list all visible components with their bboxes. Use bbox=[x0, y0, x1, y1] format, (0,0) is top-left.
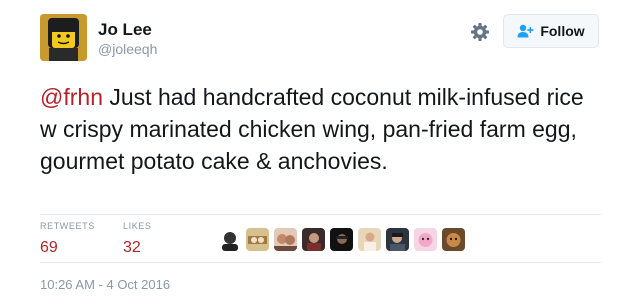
add-user-icon bbox=[517, 24, 534, 38]
author-avatar[interactable] bbox=[40, 14, 87, 61]
liker-avatar[interactable] bbox=[358, 228, 381, 251]
gear-icon[interactable] bbox=[470, 22, 490, 42]
likers-avatars bbox=[218, 228, 465, 251]
retweets-count[interactable]: 69 bbox=[40, 239, 95, 257]
mention-link[interactable]: @frhn bbox=[40, 84, 103, 110]
retweets-label: RETWEETS bbox=[40, 221, 95, 231]
liker-avatar[interactable] bbox=[330, 228, 353, 251]
tweet-timestamp[interactable]: 10:26 AM - 4 Oct 2016 bbox=[40, 277, 170, 292]
likes-stat[interactable]: LIKES 32 bbox=[123, 221, 152, 257]
tweet-text: @frhn Just had handcrafted coconut milk-… bbox=[40, 81, 600, 177]
likes-count[interactable]: 32 bbox=[123, 239, 152, 257]
tweet-body: Just had handcrafted coconut milk-infuse… bbox=[40, 84, 584, 174]
stats-divider-top bbox=[40, 214, 601, 215]
liker-avatar[interactable] bbox=[246, 228, 269, 251]
stats-divider-bottom bbox=[40, 262, 601, 263]
liker-avatar[interactable] bbox=[218, 228, 241, 251]
author-handle[interactable]: @joleeqh bbox=[98, 41, 157, 57]
liker-avatar[interactable] bbox=[386, 228, 409, 251]
follow-button[interactable]: Follow bbox=[503, 14, 599, 48]
liker-avatar[interactable] bbox=[274, 228, 297, 251]
author-display-name[interactable]: Jo Lee bbox=[98, 20, 152, 40]
retweets-stat[interactable]: RETWEETS 69 bbox=[40, 221, 95, 257]
liker-avatar[interactable] bbox=[302, 228, 325, 251]
liker-avatar[interactable] bbox=[442, 228, 465, 251]
liker-avatar[interactable] bbox=[414, 228, 437, 251]
likes-label: LIKES bbox=[123, 221, 152, 231]
follow-button-label: Follow bbox=[540, 23, 585, 39]
